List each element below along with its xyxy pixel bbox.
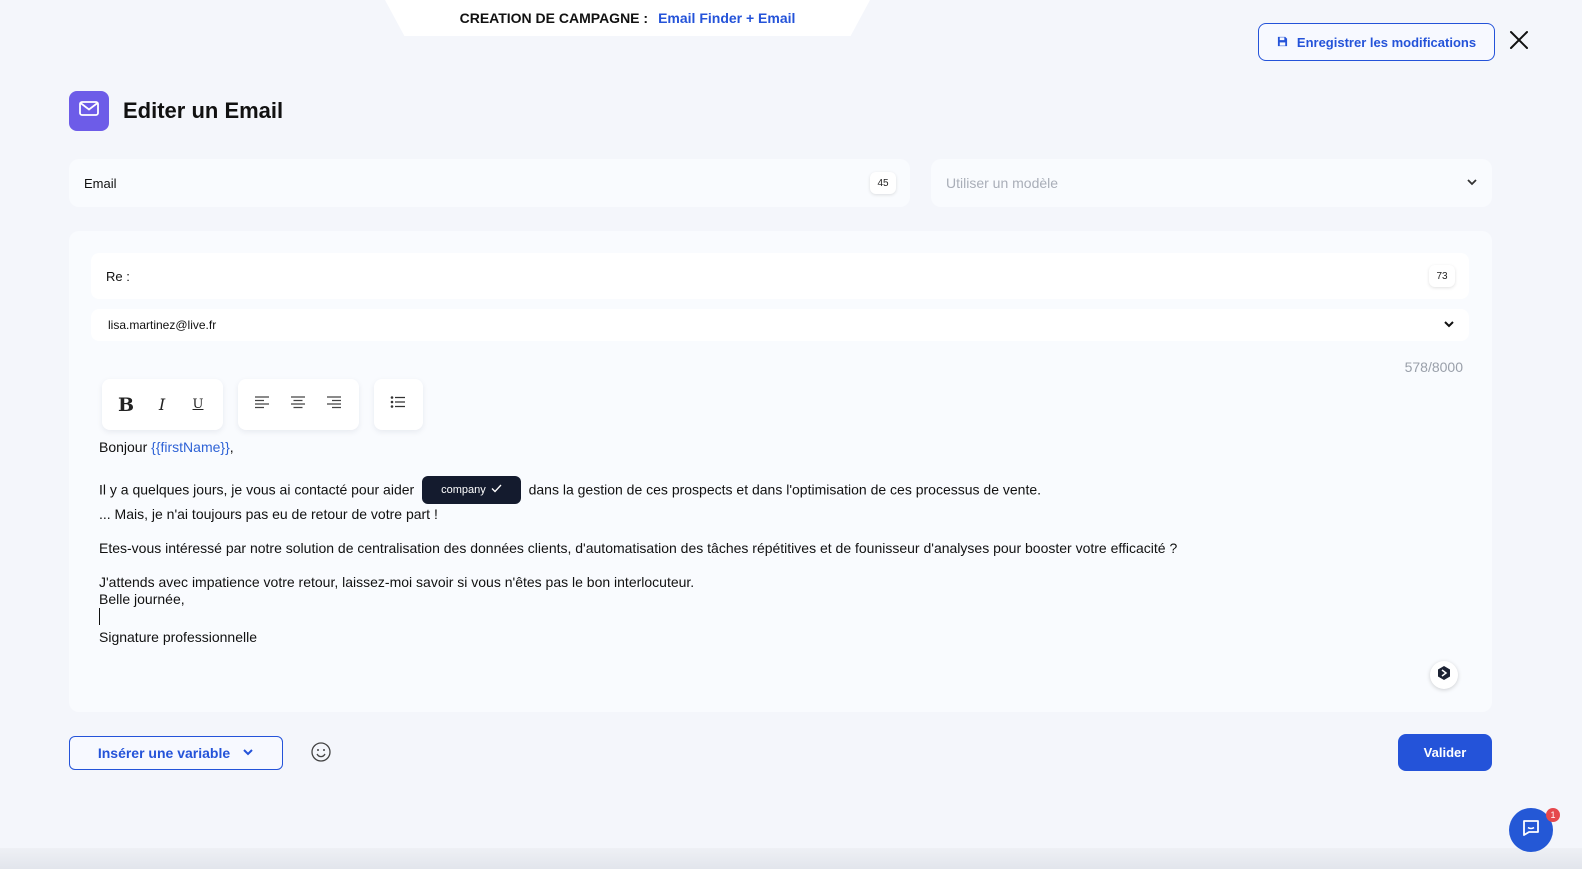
sender-select[interactable]: lisa.martinez@live.fr (91, 309, 1469, 341)
align-center-icon (290, 395, 306, 414)
list-toolbar (374, 379, 423, 430)
template-select[interactable]: Utiliser un modèle (931, 159, 1492, 207)
align-right-icon (326, 395, 342, 414)
campaign-name: Email Finder + Email (658, 10, 796, 26)
subject-label: Re : (106, 268, 130, 284)
text-cursor (99, 608, 100, 625)
notification-badge: 1 (1546, 808, 1560, 822)
body-line-1: Il y a quelques jours, je vous ai contac… (99, 476, 1439, 505)
italic-button[interactable]: I (146, 389, 178, 421)
ai-assistant-button[interactable] (1430, 661, 1458, 689)
bold-button[interactable]: B (110, 389, 142, 421)
email-editor-card: Re : 73 lisa.martinez@live.fr 578/8000 B… (69, 231, 1492, 712)
alignment-toolbar (238, 379, 359, 430)
body-line-3: Etes-vous intéressé par notre solution d… (99, 540, 1178, 556)
body-line-2: ... Mais, je n'ai toujours pas eu de ret… (99, 506, 438, 522)
chevron-down-icon (1443, 318, 1455, 333)
insert-variable-label: Insérer une variable (97, 745, 231, 761)
check-icon (491, 480, 502, 500)
text-style-toolbar: B I U (102, 379, 223, 430)
align-right-button[interactable] (318, 389, 350, 421)
bottom-edge (0, 848, 1582, 869)
chevron-down-icon (1466, 175, 1478, 191)
page-title: Editer un Email (123, 98, 284, 123)
signature-line: Signature professionnelle (99, 629, 257, 645)
ai-assistant-icon (1436, 665, 1452, 686)
save-changes-label: Enregistrer les modifications (1296, 34, 1477, 50)
first-name-variable[interactable]: {{firstName}} (151, 439, 230, 455)
company-variable-chip[interactable]: company (422, 476, 521, 504)
align-left-button[interactable] (246, 389, 278, 421)
align-left-icon (254, 395, 270, 414)
validate-button[interactable]: Valider (1398, 734, 1492, 771)
envelope-icon (79, 101, 99, 121)
email-name-value: Email (84, 175, 117, 191)
page-header: Editer un Email (69, 91, 283, 131)
close-button[interactable] (1505, 28, 1533, 56)
underline-button[interactable]: U (182, 389, 214, 421)
body-line-5: Belle journée, (99, 591, 185, 607)
body-line-1-start: Il y a quelques jours, je vous ai contac… (99, 481, 415, 498)
campaign-title-tab: CREATION DE CAMPAGNE : Email Finder + Em… (385, 0, 870, 36)
email-name-input[interactable]: Email 45 (69, 159, 910, 207)
emoji-button[interactable] (310, 741, 332, 763)
subject-counter: 73 (1429, 265, 1455, 287)
smiley-icon (310, 742, 332, 767)
sender-value: lisa.martinez@live.fr (108, 318, 217, 332)
text-cursor-line (99, 608, 1439, 629)
insert-variable-button[interactable]: Insérer une variable (69, 736, 283, 770)
greeting-line: Bonjour {{firstName}}, (99, 439, 1439, 456)
align-center-button[interactable] (282, 389, 314, 421)
campaign-label: CREATION DE CAMPAGNE : (459, 10, 649, 26)
email-name-counter: 45 (870, 172, 896, 194)
save-changes-button[interactable]: Enregistrer les modifications (1258, 23, 1495, 61)
body-line-1-end: dans la gestion de ces prospects et dans… (528, 481, 1042, 498)
email-body-editor[interactable]: Bonjour {{firstName}}, Il y a quelques j… (99, 439, 1439, 646)
bullet-list-button[interactable] (382, 389, 414, 421)
greeting-text: Bonjour (99, 439, 148, 455)
subject-input[interactable]: Re : 73 (91, 253, 1469, 299)
template-placeholder: Utiliser un modèle (946, 175, 1059, 191)
character-count: 578/8000 (1404, 359, 1463, 375)
close-icon (1509, 30, 1529, 55)
body-line-4: J'attends avec impatience votre retour, … (99, 574, 695, 590)
chat-bubble-icon (1521, 818, 1541, 843)
greeting-comma: , (229, 439, 234, 455)
bullet-list-icon (390, 395, 406, 414)
company-chip-label: company (441, 484, 486, 496)
header-icon-badge (69, 91, 109, 131)
floppy-disk-icon (1277, 35, 1288, 50)
chevron-down-icon (242, 745, 254, 761)
